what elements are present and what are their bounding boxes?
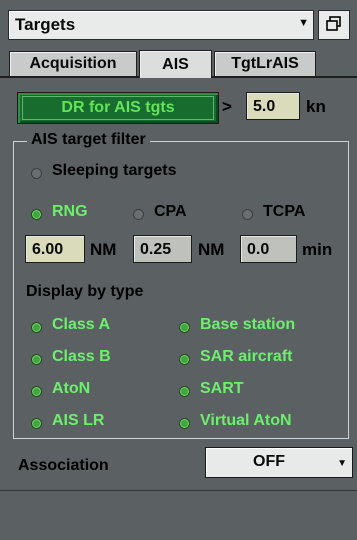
- restore-window-button[interactable]: [318, 10, 350, 40]
- tab-acquisition[interactable]: Acquisition: [9, 51, 137, 76]
- association-dropdown[interactable]: OFF ▼: [205, 447, 353, 478]
- virtual-aton-label: Virtual AtoN: [200, 412, 292, 429]
- sart-label: SART: [200, 380, 244, 397]
- cpa-radio[interactable]: [133, 209, 144, 220]
- association-label: Association: [18, 457, 109, 474]
- class-a-label: Class A: [52, 316, 111, 333]
- rng-unit: NM: [90, 240, 117, 259]
- display-by-type-label: Display by type: [26, 283, 144, 300]
- window-title: Targets: [15, 15, 76, 34]
- chevron-down-icon: ▼: [298, 17, 309, 29]
- ais-lr-label: AIS LR: [52, 412, 105, 429]
- rng-label: RNG: [52, 203, 88, 220]
- speed-threshold-field[interactable]: 5.0: [246, 92, 300, 120]
- base-station-label: Base station: [200, 316, 296, 333]
- aton-label: AtoN: [52, 380, 91, 397]
- cpa-label: CPA: [154, 203, 187, 220]
- class-b-checkbox[interactable]: [31, 354, 42, 365]
- tcpa-radio[interactable]: [242, 209, 253, 220]
- ais-lr-checkbox[interactable]: [31, 418, 42, 429]
- virtual-aton-checkbox[interactable]: [179, 418, 190, 429]
- tab-ais[interactable]: AIS: [139, 50, 212, 78]
- association-value: OFF: [253, 453, 285, 470]
- class-b-label: Class B: [52, 348, 111, 365]
- rng-value-field[interactable]: 6.00: [25, 235, 85, 263]
- sar-aircraft-checkbox[interactable]: [179, 354, 190, 365]
- tcpa-unit: min: [302, 240, 333, 259]
- sart-checkbox[interactable]: [179, 386, 190, 397]
- sleeping-targets-radio[interactable]: [31, 168, 42, 179]
- tab-tgtlrais[interactable]: TgtLrAIS: [214, 51, 316, 76]
- targets-panel: Targets ▼ Acquisition AIS TgtLrAIS DR fo…: [0, 0, 357, 540]
- sleeping-targets-label: Sleeping targets: [52, 162, 177, 179]
- rng-radio[interactable]: [31, 209, 42, 220]
- bottom-divider: [0, 490, 357, 491]
- cpa-unit: NM: [198, 240, 225, 259]
- ais-target-filter-legend: AIS target filter: [27, 131, 150, 149]
- base-station-checkbox[interactable]: [179, 322, 190, 333]
- window-title-dropdown[interactable]: Targets ▼: [8, 10, 314, 40]
- cpa-value-field[interactable]: 0.25: [133, 235, 192, 263]
- dr-button-label: DR for AIS tgts: [22, 96, 214, 120]
- sar-aircraft-label: SAR aircraft: [200, 348, 293, 365]
- dr-for-ais-targets-button[interactable]: DR for AIS tgts: [17, 92, 219, 124]
- tcpa-label: TCPA: [263, 203, 306, 220]
- class-a-checkbox[interactable]: [31, 322, 42, 333]
- aton-checkbox[interactable]: [31, 386, 42, 397]
- tcpa-value-field[interactable]: 0.0: [240, 235, 297, 263]
- restore-window-icon: [326, 16, 341, 31]
- speed-operator: >: [222, 97, 232, 116]
- chevron-down-icon: ▼: [337, 458, 347, 469]
- speed-unit: kn: [306, 97, 326, 116]
